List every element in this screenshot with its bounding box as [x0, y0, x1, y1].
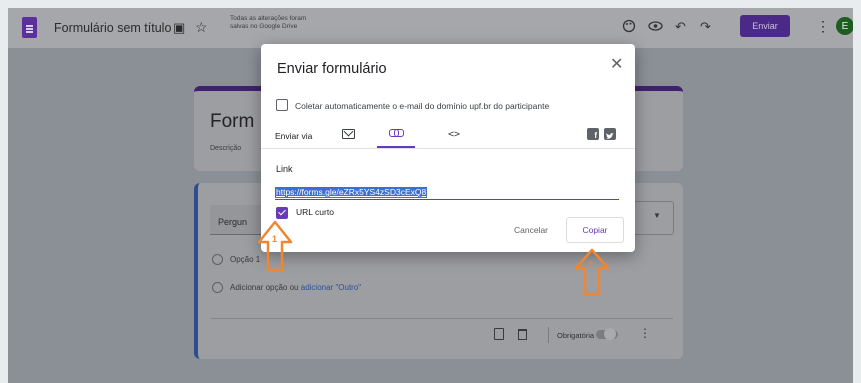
radio-icon — [212, 254, 223, 265]
app-window: Formulário sem título ▣ ☆ Todas as alter… — [8, 8, 853, 383]
short-url-checkbox[interactable] — [276, 207, 288, 219]
question-placeholder: Pergun — [218, 217, 248, 227]
twitter-icon[interactable] — [604, 128, 616, 140]
tab-divider — [261, 148, 635, 149]
more-vert-icon[interactable]: ⋮ — [639, 326, 651, 340]
trash-icon[interactable] — [518, 329, 527, 340]
link-url-text[interactable]: https://forms.gle/eZRx5YS4zSD3cExQ8 — [275, 187, 428, 198]
radio-icon — [212, 282, 223, 293]
star-icon[interactable]: ☆ — [195, 19, 208, 36]
collect-email-checkbox[interactable] — [276, 99, 288, 111]
chevron-down-icon: ▼ — [653, 211, 661, 220]
send-button[interactable]: Enviar — [740, 15, 790, 37]
top-bar: Formulário sem título ▣ ☆ Todas as alter… — [8, 8, 853, 48]
annotation-number-1: 1 — [272, 234, 278, 244]
annotation-number-2: 2 — [588, 260, 594, 270]
add-option-link[interactable]: Adicionar opção ou adicionar "Outro" — [230, 283, 361, 292]
short-url-label: URL curto — [296, 207, 334, 217]
facebook-icon[interactable]: f — [587, 128, 599, 140]
form-description[interactable]: Descrição — [210, 145, 241, 152]
cancel-button[interactable]: Cancelar — [514, 225, 548, 235]
mail-icon — [341, 129, 355, 139]
add-other-link[interactable]: adicionar "Outro" — [301, 283, 361, 292]
save-status: Todas as alterações foram salvas no Goog… — [230, 15, 307, 30]
folder-icon[interactable]: ▣ — [173, 21, 185, 35]
more-vert-icon[interactable]: ⋮ — [816, 18, 830, 35]
card-divider — [210, 318, 673, 319]
tab-link[interactable] — [377, 120, 415, 148]
or-text: ou — [289, 283, 299, 292]
form-title[interactable]: Form — [210, 111, 254, 133]
undo-icon[interactable]: ↶ — [675, 19, 686, 35]
send-form-dialog: Enviar formulário ✕ Coletar automaticame… — [261, 44, 635, 252]
palette-icon[interactable] — [622, 19, 636, 37]
tab-embed[interactable]: <> — [435, 120, 473, 148]
close-icon[interactable]: ✕ — [610, 56, 623, 74]
avatar[interactable]: E — [836, 17, 853, 35]
link-label: Link — [276, 164, 293, 174]
collect-email-label: Coletar automaticamente o e-mail do domí… — [295, 101, 550, 111]
tab-email[interactable] — [329, 120, 367, 148]
link-url-field[interactable]: https://forms.gle/eZRx5YS4zSD3cExQ8 — [275, 186, 619, 200]
duplicate-icon[interactable] — [494, 328, 504, 340]
redo-icon[interactable]: ↷ — [700, 19, 711, 35]
dialog-title: Enviar formulário — [277, 61, 387, 77]
annotation-arrow-2-icon — [574, 248, 610, 296]
required-label: Obrigatória — [557, 331, 595, 340]
eye-icon[interactable] — [648, 19, 663, 37]
forms-logo-icon[interactable] — [22, 17, 37, 38]
copy-button[interactable]: Copiar — [566, 217, 624, 243]
divider — [548, 327, 549, 343]
embed-code-icon: <> — [447, 128, 461, 140]
link-icon — [389, 129, 404, 137]
document-title[interactable]: Formulário sem título — [54, 21, 171, 35]
annotation-arrow-1-icon — [257, 220, 293, 272]
send-via-label: Enviar via — [275, 131, 313, 141]
required-toggle[interactable] — [596, 328, 618, 340]
add-option-text[interactable]: Adicionar opção — [230, 283, 287, 292]
